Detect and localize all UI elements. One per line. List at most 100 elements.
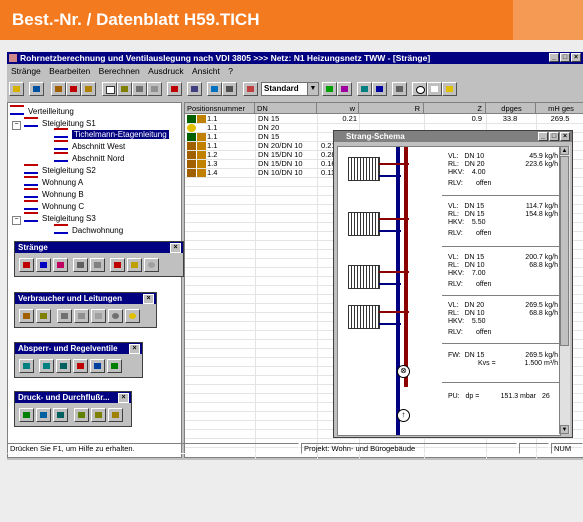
network-tool-button[interactable] [357, 82, 372, 96]
edit-icon [197, 133, 206, 141]
consumer-tool-7[interactable] [125, 309, 140, 323]
consumer-tool-5[interactable] [91, 309, 106, 323]
paste-button[interactable] [132, 82, 147, 96]
valve-tool-6[interactable] [107, 359, 122, 373]
print-button[interactable] [392, 82, 407, 96]
help-button[interactable] [442, 82, 457, 96]
strand-tool-7[interactable] [127, 258, 142, 272]
maximize-button[interactable]: □ [549, 132, 559, 141]
select-tool-button[interactable] [187, 82, 202, 96]
panel-straenge-title[interactable]: Stränge × [15, 242, 183, 253]
col-header-position[interactable]: Positionsnummer [185, 103, 255, 114]
close-icon[interactable]: × [129, 344, 140, 354]
pressure-tool-4[interactable] [74, 408, 89, 422]
close-button[interactable]: × [571, 53, 581, 62]
close-button[interactable]: × [560, 132, 570, 141]
view-mode-select[interactable]: Standard ▼ [261, 82, 319, 96]
strang-schema-window: Strang-Schema _ □ × ⊗ ↑ VL: DN 10 45.9 k… [333, 130, 573, 438]
menu-berechnen[interactable]: Berechnen [99, 66, 140, 76]
close-icon[interactable]: × [118, 393, 129, 403]
new-document-button[interactable] [102, 82, 117, 96]
col-header-w[interactable]: w [317, 103, 359, 114]
tree-node-dachwohnung[interactable]: Dachwohnung [54, 224, 123, 236]
valve-tool-4[interactable] [73, 359, 88, 373]
tree-node-abschnitt-west[interactable]: Abschnitt West [54, 140, 125, 152]
valve-tool-1[interactable] [19, 359, 34, 373]
open-folder-button[interactable] [9, 82, 24, 96]
house-button[interactable] [66, 82, 81, 96]
consumer-tool-1[interactable] [19, 309, 34, 323]
pressure-tool-5[interactable] [91, 408, 106, 422]
copy-button[interactable] [117, 82, 132, 96]
window-titlebar[interactable]: Rohrnetzberechnung und Ventilauslegung n… [7, 52, 583, 64]
strand-tool-2[interactable] [36, 258, 51, 272]
context-help-button[interactable] [427, 82, 442, 96]
strand-tool-1[interactable] [19, 258, 34, 272]
consumer-tool-2[interactable] [36, 309, 51, 323]
status-num: NUM [551, 443, 583, 454]
menu-ausdruck[interactable]: Ausdruck [148, 66, 183, 76]
pressure-tool-1[interactable] [19, 408, 34, 422]
grid-button[interactable] [207, 82, 222, 96]
valve-tool-2[interactable] [39, 359, 54, 373]
tree-node-wohnung-c[interactable]: Wohnung C [24, 200, 84, 212]
tree-node-wohnung-b[interactable]: Wohnung B [24, 188, 84, 200]
valve-tool-3[interactable] [56, 359, 71, 373]
consumer-tool-3[interactable] [57, 309, 72, 323]
zoom-button[interactable] [412, 82, 427, 96]
calculator-button[interactable] [372, 82, 387, 96]
menu-ansicht[interactable]: Ansicht [192, 66, 220, 76]
panel-straenge: Stränge × [14, 241, 184, 277]
close-icon[interactable]: × [170, 243, 181, 253]
network-button[interactable] [29, 82, 44, 96]
table-button[interactable] [243, 82, 258, 96]
schema-titlebar[interactable]: Strang-Schema _ □ × [334, 131, 572, 142]
pressure-tool-2[interactable] [36, 408, 51, 422]
tree-node-steigleitung-s2[interactable]: Steigleitung S2 [24, 164, 96, 176]
tree-node-tichelmann[interactable]: Tichelmann-Etagenleitung [54, 128, 169, 140]
consumer-tool-4[interactable] [74, 309, 89, 323]
strand-tool-3[interactable] [53, 258, 68, 272]
close-icon[interactable]: × [143, 294, 154, 304]
col-header-z[interactable]: Z [424, 103, 486, 114]
banner-title: Best.-Nr. / Datenblatt H59.TICH [12, 10, 260, 29]
strand-tool-4[interactable] [73, 258, 88, 272]
tree-node-wohnung-a[interactable]: Wohnung A [24, 176, 83, 188]
panel-druck-title[interactable]: Druck- und Durchflußr... × [15, 392, 131, 403]
tree-node-abschnitt-nord[interactable]: Abschnitt Nord [54, 152, 124, 164]
chart2-button[interactable] [337, 82, 352, 96]
minimize-button[interactable]: _ [549, 53, 559, 62]
scroll-up-icon[interactable]: ▲ [560, 146, 569, 155]
scroll-down-icon[interactable]: ▼ [560, 425, 569, 434]
pressure-tool-6[interactable] [108, 408, 123, 422]
menu-straenge[interactable]: Stränge [11, 66, 41, 76]
valve-tool-5[interactable] [90, 359, 105, 373]
schema-scrollbar[interactable]: ▲ ▼ [559, 146, 570, 434]
maximize-button[interactable]: □ [560, 53, 570, 62]
pressure-tool-3[interactable] [53, 408, 68, 422]
col-header-dn[interactable]: DN [255, 103, 317, 114]
delete-button[interactable] [167, 82, 182, 96]
col-header-r[interactable]: R [359, 103, 424, 114]
scroll-thumb[interactable] [560, 156, 569, 346]
col-header-dpges[interactable]: dpges [486, 103, 536, 114]
col-header-mhges[interactable]: mH ges [536, 103, 583, 114]
strand-tool-8[interactable] [144, 258, 159, 272]
radiator-icon [187, 169, 196, 177]
panel-absperr-title[interactable]: Absperr- und Regelventile × [15, 343, 142, 354]
menu-help[interactable]: ? [228, 66, 233, 76]
list-button[interactable] [222, 82, 237, 96]
collapse-icon: − [12, 121, 21, 130]
strand-tool-5[interactable] [90, 258, 105, 272]
target-button[interactable] [81, 82, 96, 96]
print-preview-button[interactable] [147, 82, 162, 96]
menu-bearbeiten[interactable]: Bearbeiten [49, 66, 90, 76]
minimize-button[interactable]: _ [538, 132, 548, 141]
panel-verbraucher-title[interactable]: Verbraucher und Leitungen × [15, 293, 156, 304]
consumer-tool-6[interactable] [108, 309, 123, 323]
components-button[interactable] [51, 82, 66, 96]
chart-button[interactable] [322, 82, 337, 96]
tree-node-verteilleitung[interactable]: Verteilleitung [10, 105, 74, 117]
chevron-down-icon[interactable]: ▼ [307, 83, 318, 95]
strand-tool-6[interactable] [110, 258, 125, 272]
